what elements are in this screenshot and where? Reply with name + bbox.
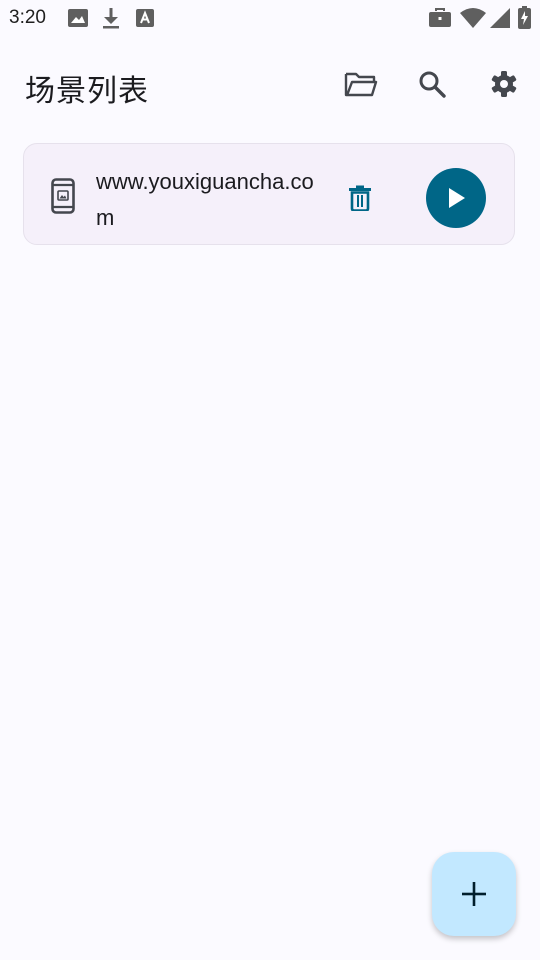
scene-card[interactable]: www.youxiguancha.com (23, 143, 515, 245)
image-icon (68, 9, 88, 27)
plus-icon (462, 882, 486, 906)
scene-name: www.youxiguancha.com (96, 169, 314, 230)
screen: 3:20 场景列表 www.youxiguancha.com (0, 0, 540, 960)
wifi-icon (460, 8, 486, 28)
status-bar: 3:20 (0, 0, 540, 36)
add-scene-button[interactable] (432, 852, 516, 936)
play-icon (449, 188, 465, 208)
trash-icon (349, 185, 371, 211)
battery-charging-icon (518, 6, 531, 29)
status-time: 3:20 (9, 7, 46, 28)
delete-scene-button[interactable] (338, 176, 382, 220)
page-title: 场景列表 (25, 74, 149, 109)
folder-icon (344, 72, 378, 97)
download-icon (103, 8, 119, 29)
gear-icon (491, 71, 517, 97)
text-a-icon (136, 9, 154, 27)
settings-button[interactable] (482, 62, 526, 106)
phone-device-icon (51, 178, 75, 214)
search-button[interactable] (410, 62, 454, 106)
work-briefcase-icon (429, 8, 451, 27)
play-scene-button[interactable] (426, 168, 486, 228)
search-icon (419, 71, 446, 98)
open-folder-button[interactable] (339, 62, 383, 106)
cell-signal-icon (490, 8, 510, 28)
